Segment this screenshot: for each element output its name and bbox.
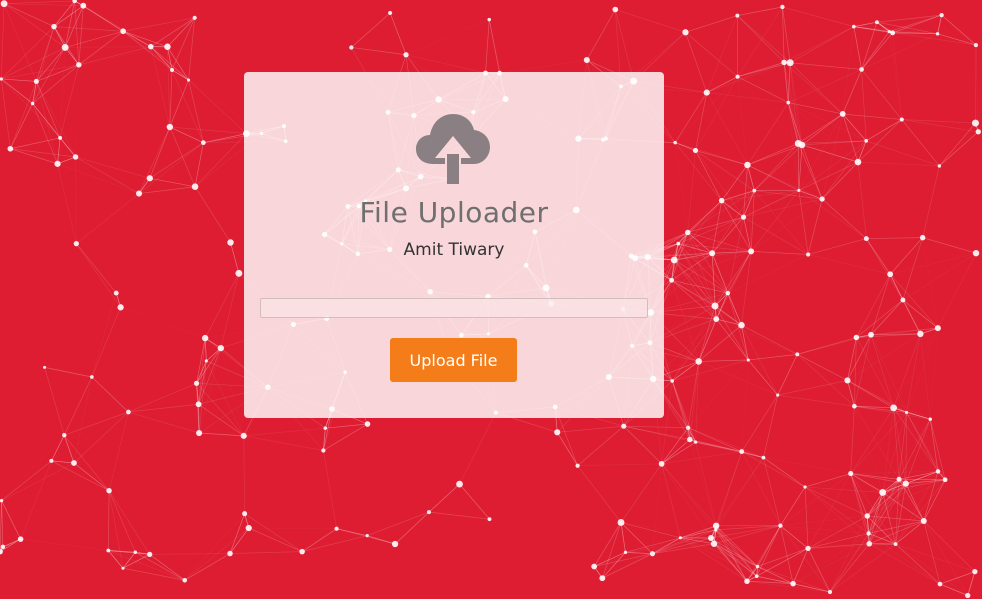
author-name: Amit Tiwary [403, 240, 505, 260]
uploader-card: File Uploader Amit Tiwary Upload File [244, 72, 664, 418]
file-input[interactable] [260, 298, 648, 318]
page-title: File Uploader [359, 196, 549, 229]
cloud-upload-icon [416, 114, 490, 184]
upload-file-button[interactable]: Upload File [390, 338, 517, 382]
